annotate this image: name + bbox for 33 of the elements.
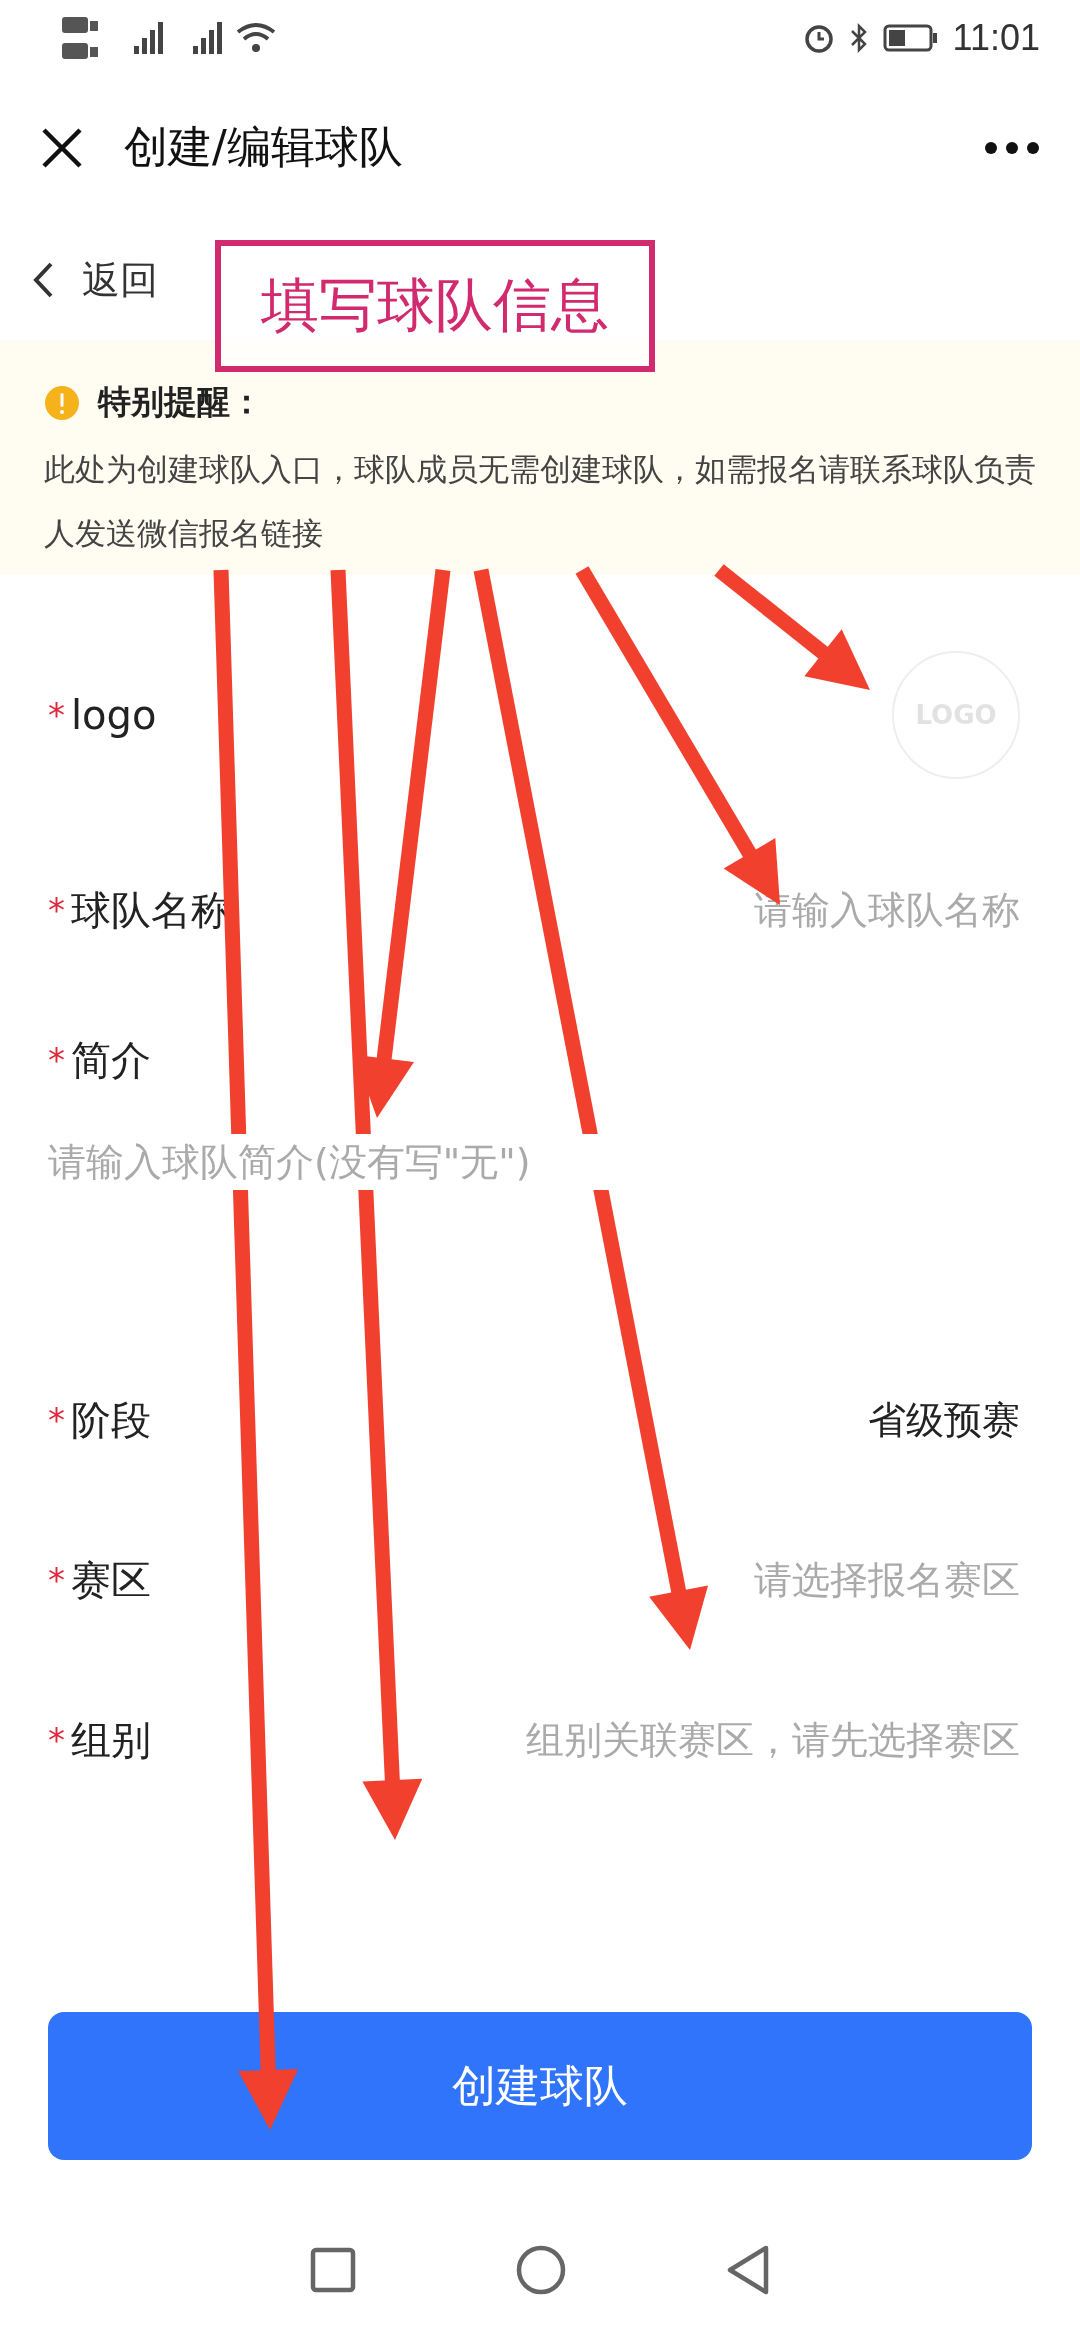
status-time: 11:01 (952, 16, 1040, 59)
field-label: 简介 (71, 1035, 151, 1085)
select-field[interactable]: 组别关联赛区，请先选择赛区 (526, 1714, 1020, 1766)
signal-icon (193, 21, 222, 54)
required-mark: * (48, 1720, 65, 1760)
notice-text: 此处为创建球队入口，球队成员无需创建球队，如需报名请联系球队负责人发送微信报名链接 (44, 450, 1037, 553)
required-mark: * (48, 890, 65, 930)
battery-icon (882, 23, 939, 52)
field-label: 赛区 (71, 1555, 151, 1605)
field-label: 组别 (71, 1715, 151, 1765)
page-title: 创建/编辑球队 (124, 120, 404, 174)
select-field[interactable]: 省级预赛 (868, 1394, 1020, 1446)
field-label: logo (71, 692, 157, 738)
notice-title: 特别提醒： (98, 381, 263, 423)
warning-icon (44, 384, 80, 421)
back-button[interactable]: 返回 (24, 248, 166, 312)
wifi-icon (236, 21, 276, 54)
home-icon[interactable] (516, 2245, 566, 2295)
create-team-button[interactable]: 创建球队 (48, 2012, 1032, 2160)
more-icon[interactable] (984, 140, 1040, 155)
chevron-left-icon (32, 261, 54, 299)
signal-icon (134, 21, 163, 54)
recents-icon[interactable] (310, 2247, 356, 2293)
close-icon[interactable] (40, 125, 84, 170)
required-mark: * (48, 1040, 65, 1080)
back-icon[interactable] (726, 2245, 770, 2295)
bluetooth-icon (848, 21, 869, 54)
required-mark: * (48, 1400, 65, 1440)
select-field[interactable]: 请选择报名赛区 (754, 1554, 1020, 1606)
field-label: 阶段 (71, 1395, 151, 1445)
required-mark: * (48, 695, 65, 735)
stamp-label: 填写球队信息 (215, 240, 655, 372)
required-mark: * (48, 1560, 65, 1600)
